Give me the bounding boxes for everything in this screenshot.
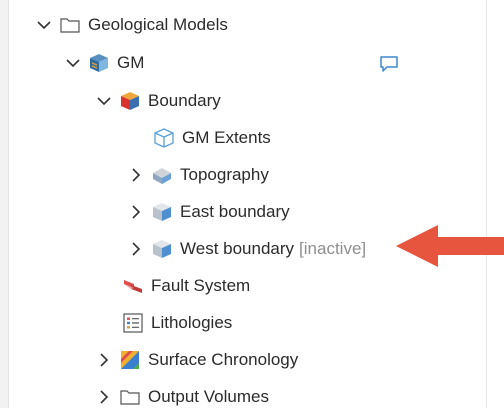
extents-box-icon: [153, 127, 175, 149]
surface-chronology-icon: [119, 349, 141, 371]
chevron-right-icon[interactable]: [127, 240, 145, 258]
lithologies-list-icon: [122, 312, 144, 334]
project-tree: Geological Models GM Boundary GM Extents…: [0, 0, 486, 408]
boundary-cube-icon: [151, 201, 173, 223]
tree-item-label: Geological Models: [88, 15, 228, 34]
tree-item-gm[interactable]: GM: [64, 46, 144, 80]
tree-item-fault-system[interactable]: Fault System: [122, 269, 250, 303]
tree-item-west-boundary[interactable]: West boundary [inactive]: [127, 232, 366, 266]
chevron-right-icon[interactable]: [95, 351, 113, 369]
tree-item-label: Boundary: [148, 91, 221, 110]
tree-item-label: GM Extents: [182, 128, 271, 147]
tree-item-east-boundary[interactable]: East boundary: [127, 195, 290, 229]
chevron-right-icon[interactable]: [127, 166, 145, 184]
chevron-down-icon[interactable]: [64, 54, 82, 72]
folder-icon: [119, 386, 141, 408]
topography-icon: [151, 164, 173, 186]
tree-item-boundary[interactable]: Boundary: [95, 84, 221, 118]
tree-item-label: Topography: [180, 165, 269, 184]
panel-right-border: [486, 0, 487, 408]
chevron-right-icon[interactable]: [95, 388, 113, 406]
tree-item-label: GM: [117, 53, 145, 72]
comment-icon[interactable]: [378, 54, 400, 74]
folder-icon: [59, 14, 81, 36]
tree-item-gm-extents[interactable]: GM Extents: [153, 121, 271, 155]
tree-item-label: Fault System: [151, 276, 251, 295]
tree-item-geological-models[interactable]: Geological Models: [35, 8, 228, 42]
chevron-down-icon[interactable]: [95, 92, 113, 110]
tree-item-label: Lithologies: [151, 313, 233, 332]
tree-item-label: Surface Chronology: [148, 350, 299, 369]
chevron-down-icon[interactable]: [35, 16, 53, 34]
tree-item-surface-chronology[interactable]: Surface Chronology: [95, 343, 298, 377]
geological-model-icon: [88, 52, 110, 74]
boundary-icon: [119, 90, 141, 112]
tree-item-topography[interactable]: Topography: [127, 158, 269, 192]
tree-item-lithologies[interactable]: Lithologies: [122, 306, 232, 340]
tree-item-label: West boundary: [180, 239, 295, 258]
tree-item-label: Output Volumes: [148, 387, 269, 406]
tree-item-label: East boundary: [180, 202, 290, 221]
inactive-status-label: [inactive]: [299, 239, 367, 258]
chevron-right-icon[interactable]: [127, 203, 145, 221]
tree-item-output-volumes[interactable]: Output Volumes: [95, 380, 269, 414]
fault-system-icon: [122, 275, 144, 297]
boundary-cube-icon: [151, 238, 173, 260]
red-arrow-icon: [394, 221, 504, 271]
